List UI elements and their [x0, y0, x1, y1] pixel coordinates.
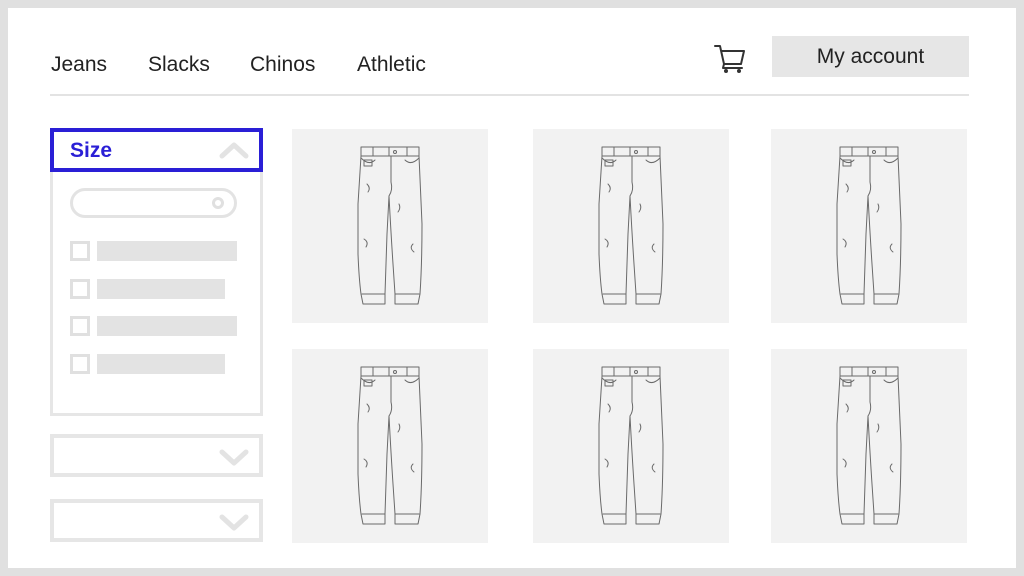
product-card[interactable]	[292, 349, 488, 543]
size-option-checkbox[interactable]	[70, 279, 90, 299]
jeans-image	[834, 364, 904, 528]
size-option-label	[97, 279, 225, 299]
chevron-up-icon[interactable]	[219, 141, 249, 159]
jeans-image	[834, 144, 904, 308]
chevron-down-icon[interactable]	[219, 514, 249, 532]
product-card[interactable]	[533, 349, 729, 543]
chevron-down-icon[interactable]	[219, 449, 249, 467]
size-search-input[interactable]	[70, 188, 237, 218]
size-option-checkbox[interactable]	[70, 316, 90, 336]
size-option-label	[97, 316, 237, 336]
jeans-image	[596, 364, 666, 528]
filter-section-collapsed[interactable]	[50, 434, 263, 477]
product-card[interactable]	[771, 129, 967, 323]
jeans-image	[355, 144, 425, 308]
product-card[interactable]	[292, 129, 488, 323]
nav-item-chinos[interactable]: Chinos	[250, 52, 315, 78]
size-option-label	[97, 241, 237, 261]
product-card[interactable]	[771, 349, 967, 543]
nav-divider	[50, 94, 969, 96]
size-filter-header[interactable]: Size	[50, 128, 263, 172]
nav-item-athletic[interactable]: Athletic	[357, 52, 426, 78]
jeans-image	[596, 144, 666, 308]
my-account-button[interactable]: My account	[772, 36, 969, 77]
cart-button[interactable]	[713, 43, 747, 75]
size-option-label	[97, 354, 225, 374]
size-option-checkbox[interactable]	[70, 241, 90, 261]
shopping-cart-icon	[714, 45, 745, 73]
nav-item-slacks[interactable]: Slacks	[148, 52, 210, 78]
circle-icon	[212, 197, 224, 209]
size-filter-title: Size	[70, 139, 113, 162]
jeans-image	[355, 364, 425, 528]
nav-item-jeans[interactable]: Jeans	[51, 52, 107, 78]
size-option-checkbox[interactable]	[70, 354, 90, 374]
filter-section-collapsed[interactable]	[50, 499, 263, 542]
product-card[interactable]	[533, 129, 729, 323]
